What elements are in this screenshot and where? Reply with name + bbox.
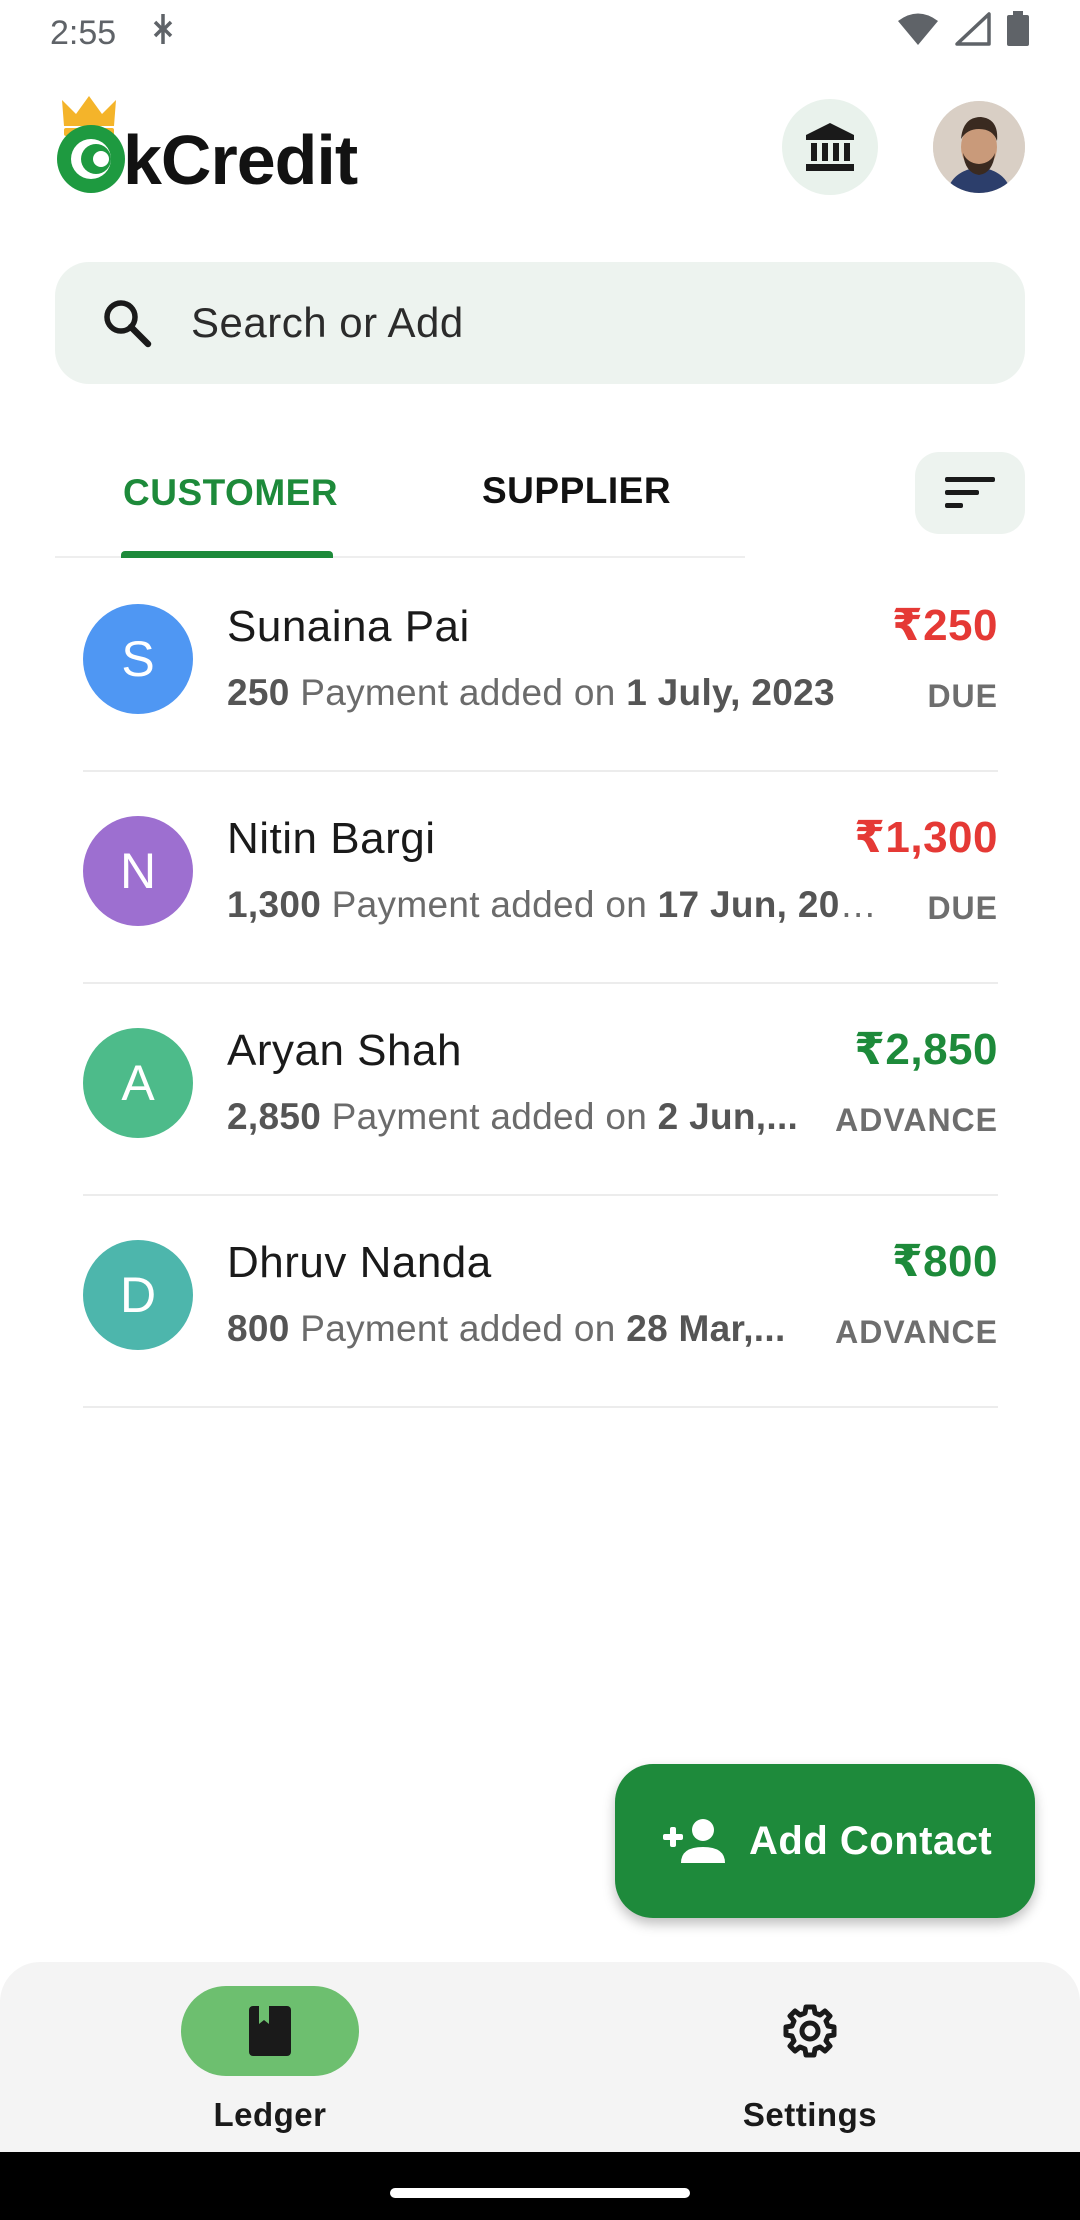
add-contact-label: Add Contact xyxy=(749,1818,993,1863)
customer-list: S Sunaina Pai 250 Payment added on 1 Jul… xyxy=(83,560,998,1408)
status-time: 2:55 xyxy=(50,13,117,52)
customer-avatar: A xyxy=(83,1028,193,1138)
nav-label-ledger: Ledger xyxy=(213,2096,327,2133)
list-item[interactable]: D Dhruv Nanda 800 Payment added on 28 Ma… xyxy=(83,1196,998,1408)
app-header: kCredit xyxy=(55,82,1025,212)
system-navigation-bar xyxy=(0,2152,1080,2220)
customer-name: Nitin Bargi xyxy=(227,814,436,863)
sort-filter-button[interactable] xyxy=(915,452,1025,534)
tab-supplier[interactable]: SUPPLIER xyxy=(482,470,671,512)
gear-icon xyxy=(783,2004,837,2058)
book-icon xyxy=(249,2006,291,2056)
list-item[interactable]: A Aryan Shah 2,850 Payment added on 2 Ju… xyxy=(83,984,998,1196)
app-logo: kCredit xyxy=(55,92,358,202)
customer-name: Sunaina Pai xyxy=(227,602,470,651)
search-input[interactable]: Search or Add xyxy=(55,262,1025,384)
balance-amount: ₹1,300 xyxy=(854,813,998,862)
list-item[interactable]: N Nitin Bargi 1,300 Payment added on 17 … xyxy=(83,772,998,984)
balance-status: ADVANCE xyxy=(835,1102,998,1138)
balance-amount: ₹800 xyxy=(891,1237,998,1286)
list-item[interactable]: S Sunaina Pai 250 Payment added on 1 Jul… xyxy=(83,560,998,772)
customer-last-activity: 1,300 Payment added on 17 Jun, 2023 xyxy=(227,884,877,925)
search-icon xyxy=(104,300,152,348)
nav-active-pill xyxy=(181,1986,359,2076)
status-bar: 2:55 xyxy=(0,0,1080,66)
balance-status: ADVANCE xyxy=(835,1314,998,1350)
customer-last-activity: 2,850 Payment added on 2 Jun,... xyxy=(227,1096,799,1137)
logo-text: kCredit xyxy=(123,121,358,199)
sort-icon xyxy=(945,477,995,508)
balance-status: DUE xyxy=(927,890,998,926)
accessibility-icon xyxy=(150,12,176,55)
balance-status: DUE xyxy=(927,678,998,714)
add-contact-button[interactable]: Add Contact xyxy=(615,1764,1035,1918)
customer-name: Dhruv Nanda xyxy=(227,1238,492,1287)
customer-last-activity: 250 Payment added on 1 July, 2023 xyxy=(227,672,835,713)
tab-customer[interactable]: CUSTOMER xyxy=(123,472,338,514)
search-placeholder: Search or Add xyxy=(191,299,464,346)
customer-last-activity: 800 Payment added on 28 Mar,... xyxy=(227,1308,786,1349)
balance-amount: ₹250 xyxy=(891,601,998,650)
nav-label-settings: Settings xyxy=(742,2096,878,2133)
bottom-navigation: Ledger Settings xyxy=(0,1962,1080,2152)
customer-avatar: S xyxy=(83,604,193,714)
add-person-icon xyxy=(663,1819,725,1863)
status-icons xyxy=(896,10,1030,56)
home-gesture-handle[interactable] xyxy=(390,2188,690,2198)
bank-button[interactable] xyxy=(782,99,878,195)
nav-icon-container xyxy=(721,1986,899,2076)
contact-tabs: CUSTOMER SUPPLIER xyxy=(55,440,745,558)
logo-mark-icon xyxy=(55,123,127,195)
signal-icon xyxy=(954,11,992,55)
wifi-icon xyxy=(896,12,940,55)
header-actions xyxy=(782,99,1025,195)
profile-avatar[interactable] xyxy=(933,101,1025,193)
customer-avatar: D xyxy=(83,1240,193,1350)
nav-item-settings[interactable]: Settings xyxy=(690,1986,930,2134)
customer-name: Aryan Shah xyxy=(227,1026,462,1075)
battery-icon xyxy=(1006,10,1030,56)
customer-avatar: N xyxy=(83,816,193,926)
nav-item-ledger[interactable]: Ledger xyxy=(150,1986,390,2134)
balance-amount: ₹2,850 xyxy=(854,1025,998,1074)
bank-icon xyxy=(806,123,854,171)
tab-active-indicator xyxy=(121,551,333,558)
